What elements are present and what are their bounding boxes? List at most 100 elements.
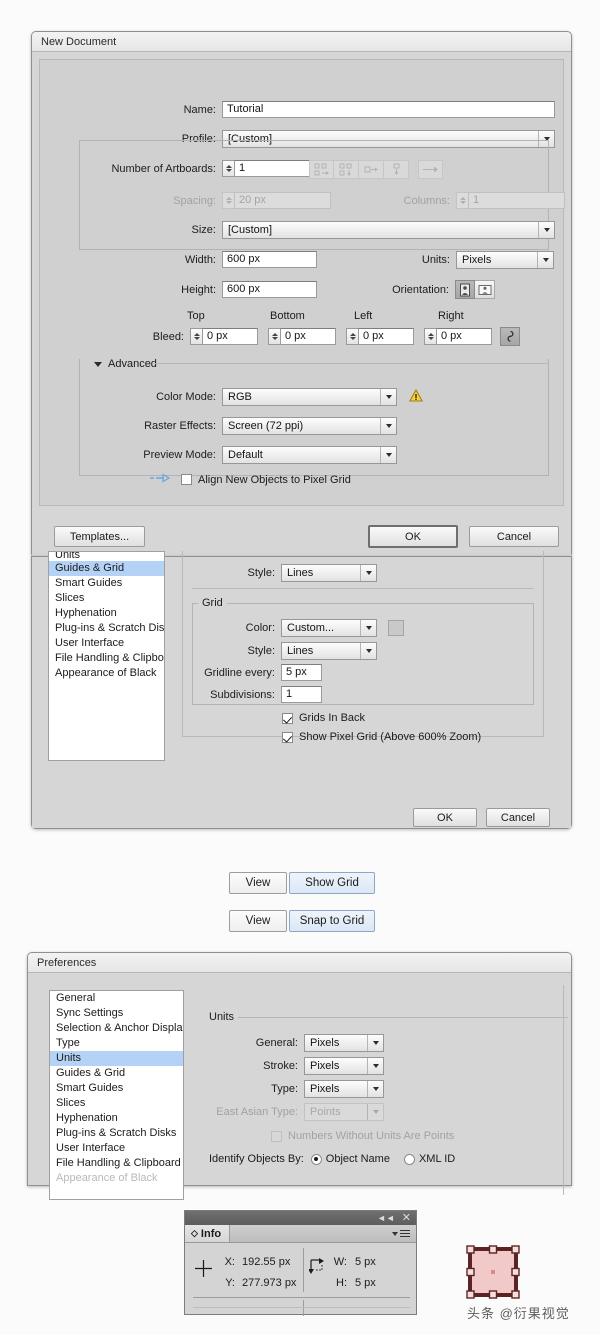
sidebar-item-file-handling-clipboard[interactable]: File Handling & Clipboard — [50, 1156, 183, 1171]
arrange-by-row-icon[interactable] — [359, 160, 384, 179]
stepper-arrows-icon[interactable] — [346, 328, 358, 345]
stepper-arrows-icon[interactable] — [222, 160, 234, 177]
sidebar-item-plugins-scratch-disks[interactable]: Plug-ins & Scratch Disks — [50, 1126, 183, 1141]
show-pixel-grid-row[interactable]: Show Pixel Grid (Above 600% Zoom) — [282, 731, 481, 743]
bleed-top-stepper[interactable]: 0 px — [190, 328, 258, 345]
size-value: [Custom] — [228, 224, 272, 236]
bleed-bottom-stepper[interactable]: 0 px — [268, 328, 336, 345]
gridline-every-input[interactable]: 5 px — [281, 664, 322, 681]
sidebar-item-type[interactable]: Type — [50, 1036, 183, 1051]
menu-item-snap-to-grid[interactable]: Snap to Grid — [289, 910, 375, 932]
sidebar-item-hyphenation[interactable]: Hyphenation — [49, 606, 164, 621]
units-select[interactable]: Pixels — [456, 251, 554, 269]
guides-style-select[interactable]: Lines — [281, 564, 377, 582]
artboard-layout-buttons — [309, 160, 443, 179]
link-chain-icon[interactable] — [500, 327, 520, 346]
sidebar-item-appearance-of-black[interactable]: Appearance of Black — [49, 666, 164, 681]
grid-color-select[interactable]: Custom... — [281, 619, 377, 637]
sidebar-item-file-handling-clipboard[interactable]: File Handling & Clipboard — [49, 651, 164, 666]
landscape-icon[interactable] — [475, 280, 495, 299]
panel-menu-icon[interactable] — [392, 1225, 416, 1242]
sidebar-item-slices[interactable]: Slices — [50, 1096, 183, 1111]
stepper-arrows-icon[interactable] — [268, 328, 280, 345]
warning-triangle-icon — [409, 389, 423, 405]
info-x-key: X: — [221, 1256, 235, 1268]
cancel-button[interactable]: Cancel — [469, 526, 559, 547]
grids-in-back-row[interactable]: Grids In Back — [282, 712, 365, 724]
bleed-bottom-input[interactable]: 0 px — [280, 328, 336, 345]
align-pixel-grid-checkbox[interactable] — [181, 474, 192, 485]
units-general-select[interactable]: Pixels — [304, 1034, 384, 1052]
raster-effects-select[interactable]: Screen (72 ppi) — [222, 417, 397, 435]
sidebar-item-selection-anchor-display[interactable]: Selection & Anchor Display — [50, 1021, 183, 1036]
align-pixel-grid-row[interactable]: Align New Objects to Pixel Grid — [150, 473, 351, 486]
radio-xml-id[interactable] — [404, 1154, 415, 1165]
sidebar-item-hyphenation[interactable]: Hyphenation — [50, 1111, 183, 1126]
collapse-double-arrow-icon[interactable]: ◄◄ — [377, 1214, 395, 1223]
units-section-divider — [238, 1017, 568, 1018]
close-x-icon[interactable]: ✕ — [402, 1213, 411, 1224]
sidebar-item-units[interactable]: Units — [49, 552, 164, 561]
grid-by-column-icon[interactable] — [334, 160, 359, 179]
sidebar-item-slices[interactable]: Slices — [49, 591, 164, 606]
sidebar-item-guides-grid[interactable]: Guides & Grid — [49, 561, 164, 576]
preferences-guides-grid-sidebar[interactable]: Units Guides & Grid Smart Guides Slices … — [48, 551, 165, 761]
templates-button[interactable]: Templates... — [54, 526, 145, 547]
grid-by-row-icon[interactable] — [309, 160, 334, 179]
units-general-value: Pixels — [310, 1037, 339, 1049]
show-pixel-grid-checkbox[interactable] — [282, 732, 293, 743]
arrange-by-column-icon[interactable] — [384, 160, 409, 179]
radio-object-name[interactable] — [311, 1154, 322, 1165]
sidebar-item-plugins-scratch-disks[interactable]: Plug-ins & Scratch Disks — [49, 621, 164, 636]
columns-input: 1 — [468, 192, 565, 209]
bleed-right-stepper[interactable]: 0 px — [424, 328, 492, 345]
units-stroke-select[interactable]: Pixels — [304, 1057, 384, 1075]
sidebar-item-user-interface[interactable]: User Interface — [50, 1141, 183, 1156]
portrait-icon[interactable] — [455, 280, 475, 299]
sidebar-item-appearance-of-black[interactable]: Appearance of Black — [50, 1171, 183, 1186]
bleed-top-input[interactable]: 0 px — [202, 328, 258, 345]
units-label: Units: — [387, 254, 450, 266]
preferences-units-title: Preferences — [28, 953, 571, 973]
menu-item-show-grid[interactable]: Show Grid — [289, 872, 375, 894]
sidebar-item-sync-settings[interactable]: Sync Settings — [50, 1006, 183, 1021]
preferences-units-sidebar[interactable]: General Sync Settings Selection & Anchor… — [49, 990, 184, 1200]
subdivisions-input[interactable]: 1 — [281, 686, 322, 703]
menu-view-button-1[interactable]: View — [229, 872, 287, 894]
tab-info[interactable]: ◇ Info — [185, 1225, 230, 1242]
menu-view-button-2[interactable]: View — [229, 910, 287, 932]
grid-color-swatch[interactable] — [388, 620, 404, 636]
stepper-arrows-icon[interactable] — [190, 328, 202, 345]
grids-in-back-checkbox[interactable] — [282, 713, 293, 724]
stepper-arrows-icon — [222, 192, 234, 209]
ok-button[interactable]: OK — [368, 525, 458, 548]
prefs-grid-cancel-button[interactable]: Cancel — [486, 808, 550, 827]
chevron-down-icon — [360, 565, 376, 581]
size-select[interactable]: [Custom] — [222, 221, 555, 239]
sidebar-item-user-interface[interactable]: User Interface — [49, 636, 164, 651]
sidebar-item-smart-guides[interactable]: Smart Guides — [50, 1081, 183, 1096]
artboard-spacing-arrow-icon[interactable] — [418, 160, 443, 179]
grid-style-select[interactable]: Lines — [281, 642, 377, 660]
bleed-right-input[interactable]: 0 px — [436, 328, 492, 345]
info-y-key: Y: — [221, 1277, 235, 1289]
name-input[interactable]: Tutorial — [222, 101, 555, 118]
units-type-select[interactable]: Pixels — [304, 1080, 384, 1098]
width-input[interactable]: 600 px — [222, 251, 317, 268]
sidebar-item-smart-guides[interactable]: Smart Guides — [49, 576, 164, 591]
height-label: Height: — [152, 284, 216, 296]
sidebar-item-general[interactable]: General — [50, 991, 183, 1006]
grid-group-label: Grid — [198, 597, 227, 609]
size-row: Size: [Custom] — [152, 221, 555, 239]
menu-callout-snap-to-grid: View Snap to Grid — [229, 910, 375, 932]
preview-mode-select[interactable]: Default — [222, 446, 397, 464]
bleed-left-stepper[interactable]: 0 px — [346, 328, 414, 345]
stepper-arrows-icon[interactable] — [424, 328, 436, 345]
prefs-grid-ok-button[interactable]: OK — [413, 808, 477, 827]
preferences-units-dialog: Preferences General Sync Settings Select… — [27, 952, 572, 1186]
height-input[interactable]: 600 px — [222, 281, 317, 298]
bleed-left-input[interactable]: 0 px — [358, 328, 414, 345]
color-mode-select[interactable]: RGB — [222, 388, 397, 406]
sidebar-item-units[interactable]: Units — [50, 1051, 183, 1066]
sidebar-item-guides-grid[interactable]: Guides & Grid — [50, 1066, 183, 1081]
